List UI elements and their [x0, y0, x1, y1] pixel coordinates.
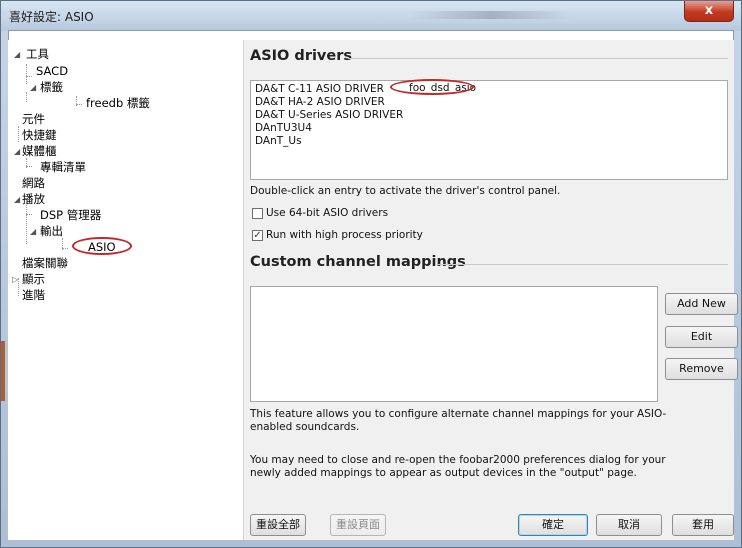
blurred-title-text	[411, 11, 571, 19]
tree-item-tools[interactable]: 工具	[26, 47, 49, 61]
tree-item-advanced[interactable]: 進階	[22, 288, 45, 302]
tree-item-media-library[interactable]: 媒體櫃	[22, 144, 57, 158]
tree-connector	[26, 92, 27, 102]
expanded-arrow-icon[interactable]: ◢	[30, 227, 36, 236]
mappings-note-1: This feature allows you to configure alt…	[250, 408, 667, 433]
asio-highlight-annotation	[72, 237, 132, 255]
expanded-arrow-icon[interactable]: ◢	[14, 50, 20, 59]
collapsed-arrow-icon[interactable]: ▷	[12, 275, 18, 284]
section-divider	[438, 264, 728, 265]
tree-connector	[26, 166, 32, 167]
asio-settings-panel: ASIO drivers DA&T C-11 ASIO DRIVER foo_d…	[244, 40, 738, 540]
title-bar[interactable]: 喜好設定: ASIO x	[1, 1, 741, 31]
tree-connector	[62, 248, 68, 249]
tree-item-dsp-manager[interactable]: DSP 管理器	[40, 208, 101, 222]
driver-item[interactable]: DAnTU3U4	[255, 122, 312, 135]
driver-item[interactable]: DA&T HA-2 ASIO DRIVER	[255, 96, 385, 109]
close-button[interactable]: x	[684, 1, 734, 22]
tree-item-display[interactable]: 顯示	[22, 272, 45, 286]
high-priority-checkbox[interactable]: ✓	[252, 230, 263, 241]
tree-connector	[18, 126, 19, 142]
asio-drivers-heading: ASIO drivers	[250, 48, 353, 64]
channel-mappings-list[interactable]	[250, 286, 658, 402]
expanded-arrow-icon[interactable]: ◢	[14, 195, 20, 204]
tree-item-output[interactable]: 輸出	[40, 224, 63, 238]
driver-list-hint: Double-click an entry to activate the dr…	[250, 185, 561, 197]
tree-connector	[76, 104, 82, 105]
add-new-button[interactable]: Add New	[665, 293, 738, 315]
reset-all-button[interactable]: 重設全部	[250, 514, 306, 536]
tree-item-freedb[interactable]: freedb 標籤	[86, 96, 150, 110]
ok-button[interactable]: 確定	[518, 514, 588, 536]
tree-item-components[interactable]: 元件	[22, 112, 45, 126]
asio-driver-list[interactable]: DA&T C-11 ASIO DRIVER foo_dsd_asio DA&T …	[250, 80, 728, 180]
edit-button[interactable]: Edit	[665, 326, 738, 348]
driver-item[interactable]: DA&T U-Series ASIO DRIVER	[255, 109, 403, 122]
custom-mappings-heading: Custom channel mappings	[250, 254, 466, 270]
remove-button[interactable]: Remove	[665, 358, 738, 380]
section-divider	[348, 58, 728, 59]
expanded-arrow-icon[interactable]: ◢	[14, 147, 20, 156]
reset-page-button[interactable]: 重設頁面	[330, 514, 386, 536]
window-title: 喜好設定: ASIO	[9, 10, 94, 24]
foo-dsd-asio-highlight-annotation	[390, 79, 474, 95]
tree-item-album-list[interactable]: 專輯清單	[40, 160, 86, 174]
driver-item[interactable]: DAnT_Us	[255, 135, 302, 148]
expanded-arrow-icon[interactable]: ◢	[30, 83, 36, 92]
background-edge-decoration	[1, 341, 5, 401]
tree-item-networking[interactable]: 網路	[22, 176, 45, 190]
tree-item-playback[interactable]: 播放	[22, 192, 45, 206]
tree-item-tagging[interactable]: 標籤	[40, 80, 63, 94]
tree-item-sacd[interactable]: SACD	[36, 64, 68, 78]
tree-connector	[26, 76, 32, 77]
tree-connector	[26, 64, 27, 84]
high-priority-label[interactable]: Run with high process priority	[266, 229, 423, 242]
apply-button[interactable]: 套用	[672, 514, 734, 536]
tree-connector	[26, 214, 32, 215]
cancel-button[interactable]: 取消	[596, 514, 662, 536]
tree-connector	[26, 202, 27, 244]
use-64bit-label[interactable]: Use 64-bit ASIO drivers	[266, 207, 388, 220]
preferences-tree[interactable]: ◢ 工具 SACD ◢ 標籤 freedb 標籤 元件 快捷鍵 ◢ 媒體櫃 專輯…	[8, 40, 244, 540]
tree-item-file-types[interactable]: 檔案關聯	[22, 256, 68, 270]
use-64bit-checkbox[interactable]	[252, 208, 263, 219]
mappings-note-2: You may need to close and re-open the fo…	[250, 454, 666, 479]
tree-item-keyboard-shortcuts[interactable]: 快捷鍵	[22, 128, 57, 142]
driver-item[interactable]: DA&T C-11 ASIO DRIVER	[255, 83, 384, 96]
